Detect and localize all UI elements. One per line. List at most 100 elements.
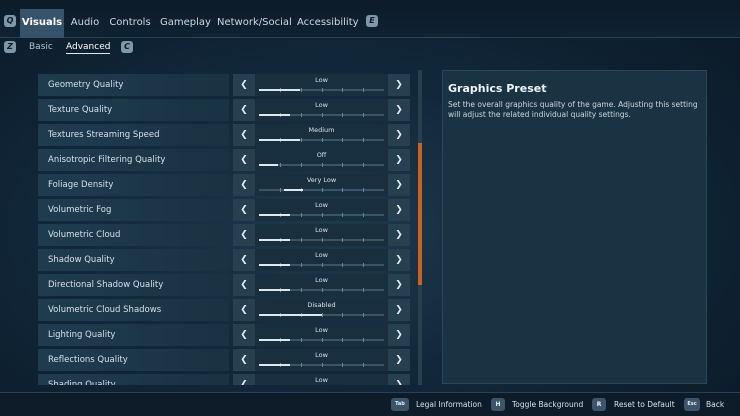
level-tick <box>342 313 343 317</box>
setting-stepper[interactable]: ❮ Disabled ❯ <box>233 299 410 321</box>
setting-stepper[interactable]: ❮ Low ❯ <box>233 324 410 346</box>
h-key-icon: H <box>491 398 505 411</box>
setting-level-track <box>259 213 384 217</box>
setting-stepper[interactable]: ❮ Low ❯ <box>233 349 410 371</box>
chevron-left-icon[interactable]: ❮ <box>233 199 255 221</box>
level-tick <box>322 238 323 242</box>
setting-stepper[interactable]: ❮ Low ❯ <box>233 374 410 385</box>
setting-label: Shading Quality <box>38 374 229 385</box>
setting-value: Low <box>315 101 328 109</box>
setting-row[interactable]: Geometry Quality ❮ Low ❯ <box>38 74 410 96</box>
level-tick <box>342 238 343 242</box>
setting-stepper[interactable]: ❮ Medium ❯ <box>233 124 410 146</box>
level-tick <box>322 138 323 142</box>
back-button[interactable]: Back <box>706 398 724 411</box>
setting-row[interactable]: Volumetric Cloud Shadows ❮ Disabled ❯ <box>38 299 410 321</box>
setting-level-track <box>259 313 384 317</box>
setting-level-fill <box>259 89 300 91</box>
tab-network-social[interactable]: Network/Social <box>217 11 292 35</box>
chevron-left-icon[interactable]: ❮ <box>233 149 255 171</box>
setting-label: Shadow Quality <box>38 249 229 271</box>
tab-gameplay[interactable]: Gameplay <box>160 11 211 35</box>
level-tick <box>322 288 323 292</box>
next-tab-key-hint[interactable]: E <box>366 15 378 27</box>
chevron-left-icon[interactable]: ❮ <box>233 249 255 271</box>
setting-row[interactable]: Reflections Quality ❮ Low ❯ <box>38 349 410 371</box>
level-tick <box>301 163 302 167</box>
chevron-left-icon[interactable]: ❮ <box>233 324 255 346</box>
chevron-right-icon[interactable]: ❯ <box>388 374 410 385</box>
setting-stepper[interactable]: ❮ Low ❯ <box>233 99 410 121</box>
chevron-right-icon[interactable]: ❯ <box>388 174 410 196</box>
setting-level-track <box>259 138 384 142</box>
chevron-right-icon[interactable]: ❯ <box>388 149 410 171</box>
setting-value: Low <box>315 276 328 284</box>
r-key-icon: R <box>592 398 606 411</box>
subtab-basic[interactable]: Basic <box>29 40 53 54</box>
level-tick <box>301 363 302 367</box>
setting-row[interactable]: Anisotropic Filtering Quality ❮ Off ❯ <box>38 149 410 171</box>
setting-row[interactable]: Foliage Density ❮ Very Low ❯ <box>38 174 410 196</box>
chevron-right-icon[interactable]: ❯ <box>388 199 410 221</box>
chevron-left-icon[interactable]: ❮ <box>233 124 255 146</box>
chevron-right-icon[interactable]: ❯ <box>388 99 410 121</box>
prev-tab-key-hint[interactable]: Q <box>4 15 16 27</box>
tab-audio[interactable]: Audio <box>68 11 102 35</box>
setting-stepper[interactable]: ❮ Low ❯ <box>233 249 410 271</box>
setting-row[interactable]: Volumetric Cloud ❮ Low ❯ <box>38 224 410 246</box>
chevron-right-icon[interactable]: ❯ <box>388 74 410 96</box>
chevron-right-icon[interactable]: ❯ <box>388 299 410 321</box>
prev-subtab-key-hint[interactable]: Z <box>4 41 16 53</box>
setting-row[interactable]: Shading Quality ❮ Low ❯ <box>38 374 410 385</box>
setting-label: Lighting Quality <box>38 324 229 346</box>
level-tick <box>363 188 364 192</box>
chevron-right-icon[interactable]: ❯ <box>388 249 410 271</box>
level-tick <box>301 113 302 117</box>
setting-row[interactable]: Texture Quality ❮ Low ❯ <box>38 99 410 121</box>
level-tick <box>342 213 343 217</box>
setting-value: Low <box>315 201 328 209</box>
next-subtab-key-hint[interactable]: C <box>121 41 133 53</box>
setting-row[interactable]: Lighting Quality ❮ Low ❯ <box>38 324 410 346</box>
setting-row[interactable]: Textures Streaming Speed ❮ Medium ❯ <box>38 124 410 146</box>
level-tick <box>301 138 302 142</box>
setting-stepper[interactable]: ❮ Low ❯ <box>233 74 410 96</box>
chevron-right-icon[interactable]: ❯ <box>388 349 410 371</box>
level-tick <box>280 188 281 192</box>
chevron-right-icon[interactable]: ❯ <box>388 124 410 146</box>
chevron-right-icon[interactable]: ❯ <box>388 224 410 246</box>
toggle-background-button[interactable]: Toggle Background <box>512 398 583 411</box>
setting-level-fill <box>259 264 290 266</box>
chevron-left-icon[interactable]: ❮ <box>233 299 255 321</box>
setting-row[interactable]: Volumetric Fog ❮ Low ❯ <box>38 199 410 221</box>
tab-accessibility[interactable]: Accessibility <box>297 11 359 35</box>
setting-stepper[interactable]: ❮ Low ❯ <box>233 274 410 296</box>
setting-row[interactable]: Shadow Quality ❮ Low ❯ <box>38 249 410 271</box>
chevron-left-icon[interactable]: ❮ <box>233 99 255 121</box>
subtab-advanced[interactable]: Advanced <box>66 40 111 54</box>
reset-to-default-button[interactable]: Reset to Default <box>614 398 675 411</box>
esc-key-icon: Esc <box>684 398 700 411</box>
chevron-left-icon[interactable]: ❮ <box>233 224 255 246</box>
level-tick <box>342 288 343 292</box>
setting-stepper[interactable]: ❮ Low ❯ <box>233 199 410 221</box>
tab-controls[interactable]: Controls <box>108 11 152 35</box>
tab-visuals[interactable]: Visuals <box>20 9 64 38</box>
setting-label: Foliage Density <box>38 174 229 196</box>
settings-list: Geometry Quality ❮ Low ❯ Texture Quality ❮ Low… <box>38 68 410 385</box>
chevron-right-icon[interactable]: ❯ <box>388 324 410 346</box>
legal-information-button[interactable]: Legal Information <box>416 398 482 411</box>
setting-stepper[interactable]: ❮ Very Low ❯ <box>233 174 410 196</box>
chevron-left-icon[interactable]: ❮ <box>233 374 255 385</box>
setting-value: Low <box>315 376 328 384</box>
scrollbar-thumb[interactable] <box>418 143 422 285</box>
setting-stepper[interactable]: ❮ Low ❯ <box>233 224 410 246</box>
scrollbar[interactable] <box>418 70 422 385</box>
chevron-right-icon[interactable]: ❯ <box>388 274 410 296</box>
chevron-left-icon[interactable]: ❮ <box>233 349 255 371</box>
setting-stepper[interactable]: ❮ Off ❯ <box>233 149 410 171</box>
chevron-left-icon[interactable]: ❮ <box>233 74 255 96</box>
chevron-left-icon[interactable]: ❮ <box>233 174 255 196</box>
chevron-left-icon[interactable]: ❮ <box>233 274 255 296</box>
setting-row[interactable]: Directional Shadow Quality ❮ Low ❯ <box>38 274 410 296</box>
